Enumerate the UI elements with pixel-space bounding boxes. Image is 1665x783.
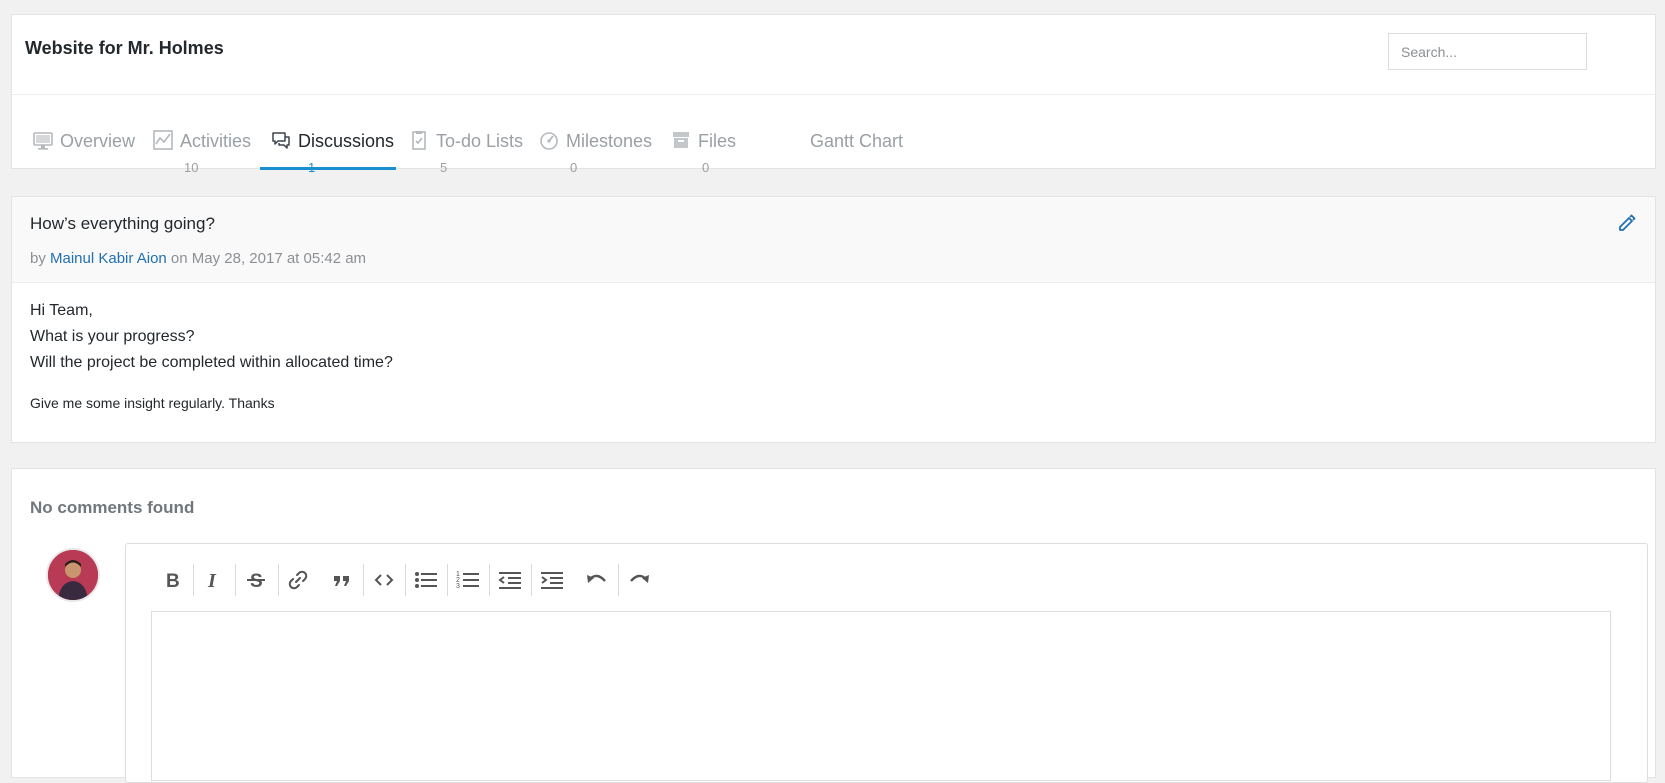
discussion-meta: by Mainul Kabir Aion on May 28, 2017 at … bbox=[30, 250, 366, 267]
project-tabs: Overview Activities 10 Discussions 1 bbox=[12, 95, 1655, 175]
discussion-card: How’s everything going? by Mainul Kabir … bbox=[11, 196, 1656, 443]
tab-activities-label: Activities bbox=[180, 131, 252, 151]
activity-chart-icon bbox=[153, 130, 173, 150]
body-line: Hi Team, bbox=[30, 302, 93, 319]
toolbar-separator bbox=[447, 564, 448, 596]
indent-button[interactable] bbox=[534, 562, 570, 598]
tab-files-count: 0 bbox=[702, 160, 710, 175]
body-line: What is your progress? bbox=[30, 328, 195, 345]
strikethrough-button[interactable]: S bbox=[238, 562, 274, 598]
blockquote-button[interactable] bbox=[324, 562, 360, 598]
numbered-list-button[interactable]: 1 2 3 bbox=[450, 562, 486, 598]
blockquote-icon bbox=[334, 576, 349, 586]
strikethrough-icon: S bbox=[247, 571, 265, 591]
toolbar-separator bbox=[193, 564, 194, 596]
numbered-list-icon: 1 2 3 bbox=[456, 571, 479, 590]
toolbar-separator bbox=[618, 564, 619, 596]
monitor-icon bbox=[33, 132, 53, 150]
comment-editor: B I S bbox=[125, 543, 1648, 783]
project-title: Website for Mr. Holmes bbox=[25, 38, 224, 58]
tab-activities[interactable]: Activities 10 bbox=[142, 95, 260, 175]
toolbar-separator bbox=[531, 564, 532, 596]
body-line: Will the project be completed within all… bbox=[30, 354, 393, 371]
edit-pencil-icon[interactable] bbox=[1617, 213, 1637, 233]
avatar bbox=[46, 548, 100, 602]
bullet-list-button[interactable] bbox=[408, 562, 444, 598]
user-avatar-image bbox=[48, 550, 98, 600]
bullet-list-icon bbox=[415, 572, 437, 588]
toolbar-separator bbox=[405, 564, 406, 596]
no-comments-text: No comments found bbox=[30, 498, 195, 517]
bold-icon: B bbox=[166, 571, 180, 591]
tab-activities-count: 10 bbox=[184, 160, 199, 175]
bold-button[interactable]: B bbox=[154, 562, 190, 598]
undo-button[interactable] bbox=[579, 562, 615, 598]
tab-overview-label: Overview bbox=[60, 131, 136, 151]
toolbar-separator bbox=[363, 564, 364, 596]
clipboard-icon bbox=[412, 131, 426, 150]
link-icon bbox=[288, 570, 308, 590]
toolbar-separator bbox=[235, 564, 236, 596]
discussion-body: Hi Team, What is your progress? Will the… bbox=[30, 298, 393, 376]
redo-button[interactable] bbox=[621, 562, 657, 598]
svg-text:I: I bbox=[207, 570, 217, 591]
code-button[interactable] bbox=[366, 562, 402, 598]
gauge-icon bbox=[540, 132, 558, 150]
archive-box-icon bbox=[673, 132, 689, 148]
tab-gantt-chart[interactable]: Gantt Chart bbox=[772, 95, 904, 170]
chat-bubbles-icon bbox=[272, 132, 290, 149]
tab-milestones-count: 0 bbox=[570, 160, 578, 175]
active-tab-indicator bbox=[260, 167, 396, 170]
outdent-button[interactable] bbox=[492, 562, 528, 598]
tab-gantt-chart-label: Gantt Chart bbox=[810, 131, 904, 151]
discussion-title: How’s everything going? bbox=[30, 214, 215, 233]
comments-card: No comments found B I 1 2 3 bbox=[11, 468, 1656, 783]
redo-icon bbox=[630, 574, 649, 583]
indent-icon bbox=[541, 572, 563, 589]
italic-button[interactable]: I bbox=[195, 562, 231, 598]
meta-by: by bbox=[30, 250, 46, 267]
discussion-footer-line: Give me some insight regularly. Thanks bbox=[30, 395, 275, 411]
tab-milestones[interactable]: Milestones 0 bbox=[528, 95, 660, 175]
link-button[interactable] bbox=[280, 562, 316, 598]
code-icon bbox=[374, 574, 394, 586]
project-header-top: Website for Mr. Holmes bbox=[12, 15, 1655, 95]
search-input[interactable] bbox=[1388, 33, 1587, 70]
svg-text:B: B bbox=[166, 571, 180, 591]
meta-date: on May 28, 2017 at 05:42 am bbox=[170, 250, 367, 267]
tab-todo-lists[interactable]: To-do Lists 5 bbox=[398, 95, 528, 175]
toolbar-separator bbox=[278, 564, 279, 596]
italic-icon: I bbox=[207, 570, 217, 591]
tab-discussions[interactable]: Discussions 1 bbox=[260, 95, 396, 175]
outdent-icon bbox=[498, 572, 521, 589]
tab-todo-lists-count: 5 bbox=[440, 160, 448, 175]
project-header: Website for Mr. Holmes Overview Activiti… bbox=[11, 14, 1656, 175]
toolbar-separator bbox=[489, 564, 490, 596]
tab-files[interactable]: Files 0 bbox=[660, 95, 760, 175]
comment-text-area[interactable] bbox=[151, 611, 1611, 781]
tab-files-label: Files bbox=[698, 131, 737, 151]
undo-icon bbox=[587, 574, 606, 583]
svg-text:3: 3 bbox=[456, 583, 460, 590]
tab-milestones-label: Milestones bbox=[566, 131, 653, 151]
discussion-header: How’s everything going? by Mainul Kabir … bbox=[12, 197, 1655, 283]
tab-todo-lists-label: To-do Lists bbox=[436, 131, 524, 151]
tab-discussions-label: Discussions bbox=[298, 131, 395, 151]
author-link[interactable]: Mainul Kabir Aion bbox=[50, 250, 167, 267]
tab-overview[interactable]: Overview bbox=[22, 95, 142, 170]
